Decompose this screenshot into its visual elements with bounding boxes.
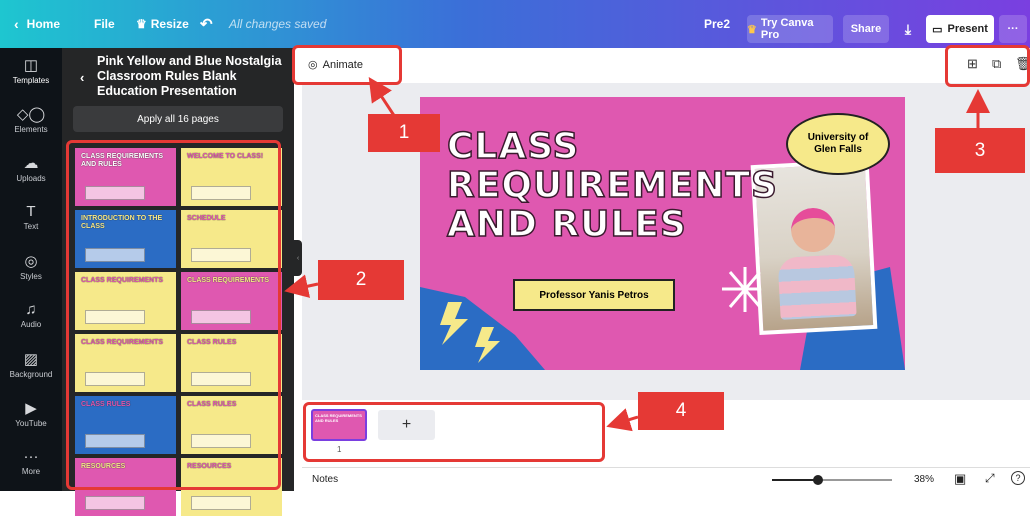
person-figure — [789, 206, 837, 254]
rail-item-text[interactable]: T Text — [0, 203, 62, 231]
rail-item-label: Uploads — [16, 174, 46, 183]
person-sweater — [777, 253, 857, 320]
youtube-icon: ▶ — [25, 400, 37, 417]
audio-icon: ♫ — [25, 301, 37, 318]
file-menu[interactable]: File — [94, 0, 115, 48]
rail-item-audio[interactable]: ♫ Audio — [0, 301, 62, 329]
crown-icon: ♛ — [136, 17, 147, 31]
fullscreen-icon[interactable]: ⤢ — [985, 471, 995, 486]
more-icon: ··· — [23, 448, 39, 465]
rail-item-uploads[interactable]: ☁ Uploads — [0, 154, 62, 183]
save-status: All changes saved — [229, 17, 327, 31]
undo-icon[interactable]: ↶ — [200, 0, 213, 48]
styles-icon: ◎ — [24, 253, 38, 270]
more-options-button[interactable]: ··· — [999, 15, 1027, 43]
rail-item-templates[interactable]: ◫ Templates — [0, 56, 62, 85]
rail-item-label: Text — [23, 222, 39, 231]
rail-item-youtube[interactable]: ▶ YouTube — [0, 399, 62, 428]
rail-item-label: Audio — [20, 320, 42, 329]
highlight-filmstrip — [303, 402, 605, 462]
home-button[interactable]: ‹ Home — [14, 0, 60, 48]
zoom-level[interactable]: 38% — [914, 474, 934, 485]
crown-icon: ♛ — [747, 23, 757, 36]
zoom-slider[interactable] — [772, 475, 892, 485]
help-icon[interactable]: ? — [1011, 471, 1025, 485]
rail-item-background[interactable]: ▨ Background — [0, 350, 62, 379]
collapse-panel-handle[interactable]: ‹ — [294, 240, 302, 276]
download-icon[interactable]: ⤓ — [895, 15, 921, 43]
resize-button[interactable]: ♛ Resize — [136, 0, 189, 48]
rail-item-label: More — [21, 467, 41, 476]
side-rail: ◫ Templates ◇◯ Elements ☁ Uploads T Text ◎ Styles… — [0, 48, 62, 491]
callout-1: 1 — [368, 114, 440, 152]
elements-icon: ◇◯ — [16, 106, 46, 123]
present-icon: ▭ — [932, 23, 943, 36]
notes-button[interactable]: Notes — [312, 474, 338, 485]
slide-canvas[interactable]: University of Glen Falls CLASS REQUIREME… — [420, 97, 905, 370]
document-name[interactable]: Pre2 — [704, 0, 730, 48]
apply-all-button[interactable]: Apply all 16 pages — [73, 106, 283, 132]
uploads-icon: ☁ — [23, 155, 39, 172]
university-badge: University of Glen Falls — [786, 113, 890, 175]
rail-item-styles[interactable]: ◎ Styles — [0, 252, 62, 281]
text-icon: T — [26, 203, 36, 220]
template-title: Pink Yellow and Blue Nostalgia Classroom… — [97, 54, 282, 98]
chevron-left-icon: ‹ — [14, 16, 19, 32]
rail-item-label: Background — [9, 370, 53, 379]
callout-2: 2 — [318, 260, 404, 300]
editor-toolbar: ◎ Animate ⊞ ⧉ 🗑 — [302, 48, 1030, 83]
slide-title: CLASS REQUIREMENTS AND RULES — [446, 126, 778, 245]
thumbnail-decor — [191, 496, 251, 510]
back-chevron-icon[interactable]: ‹ — [80, 70, 84, 85]
present-button[interactable]: ▭ Present — [926, 15, 994, 43]
share-button[interactable]: Share — [843, 15, 889, 43]
rail-item-label: YouTube — [15, 419, 47, 428]
callout-3: 3 — [935, 128, 1025, 173]
zoom-slider-handle[interactable] — [812, 475, 823, 485]
background-icon: ▨ — [23, 351, 39, 368]
presenter-label: Professor Yanis Petros — [513, 279, 675, 311]
top-bar: ‹ Home File ♛ Resize ↶ All changes saved P… — [0, 0, 1030, 48]
rail-item-more[interactable]: ··· More — [0, 448, 62, 476]
thumbnail-decor — [85, 496, 145, 510]
pages-view-icon[interactable]: ▣ — [954, 471, 966, 487]
rail-item-label: Templates — [12, 76, 50, 85]
zoom-slider-fill — [772, 479, 818, 481]
highlight-templates — [66, 140, 281, 490]
rail-item-elements[interactable]: ◇◯ Elements — [0, 105, 62, 134]
rail-item-label: Elements — [14, 125, 48, 134]
highlight-animate — [292, 45, 402, 85]
try-canva-pro-button[interactable]: ♛ Try Canva Pro — [747, 15, 833, 43]
bottom-bar: Notes 38% ▣ ⤢ ? — [302, 467, 1030, 491]
templates-icon: ◫ — [23, 57, 39, 74]
rail-item-label: Styles — [20, 272, 42, 281]
highlight-page-tools — [945, 45, 1030, 87]
callout-4: 4 — [638, 392, 724, 430]
